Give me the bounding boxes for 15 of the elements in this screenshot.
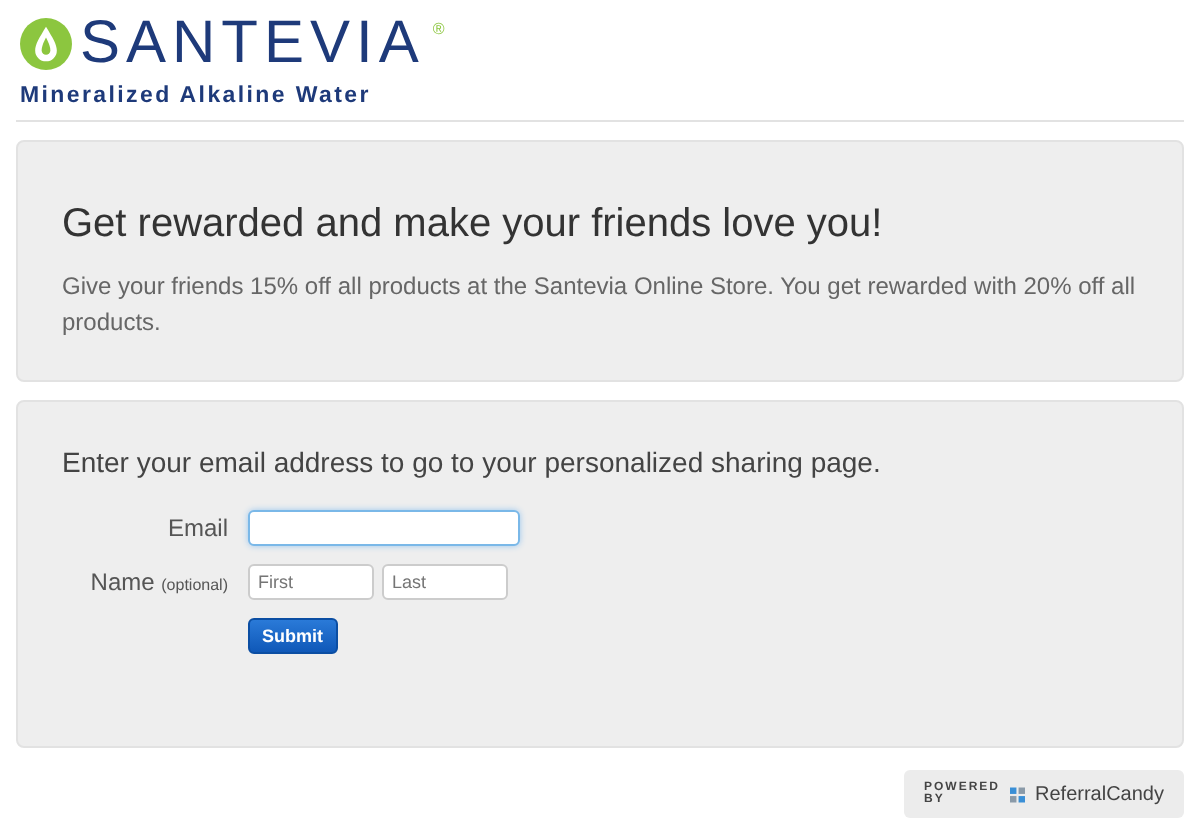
tagline: Mineralized Alkaline Water bbox=[20, 84, 373, 108]
submit-button[interactable]: Submit bbox=[248, 618, 337, 654]
hero-title: Get rewarded and make your friends love you! bbox=[62, 202, 885, 248]
drop-logo-icon bbox=[20, 18, 72, 70]
brand-name: SANTEVIA bbox=[80, 12, 425, 76]
last-name-field[interactable]: Last bbox=[382, 564, 508, 600]
email-field[interactable] bbox=[248, 510, 520, 546]
registered-mark: ® bbox=[432, 20, 445, 38]
referralcandy-name: ReferralCandy bbox=[1035, 783, 1164, 805]
hero-text: Give your friends 15% off all products at the Santevia Online Store. You get rewarded with 20% off all products. bbox=[62, 270, 1138, 340]
form-intro: Enter your email address to go to your personalized sharing page. bbox=[62, 446, 883, 478]
email-label: Email bbox=[167, 514, 228, 542]
name-label: Name bbox=[90, 568, 155, 596]
optional-hint: (optional) bbox=[161, 576, 228, 594]
first-name-field[interactable]: First bbox=[248, 564, 374, 600]
